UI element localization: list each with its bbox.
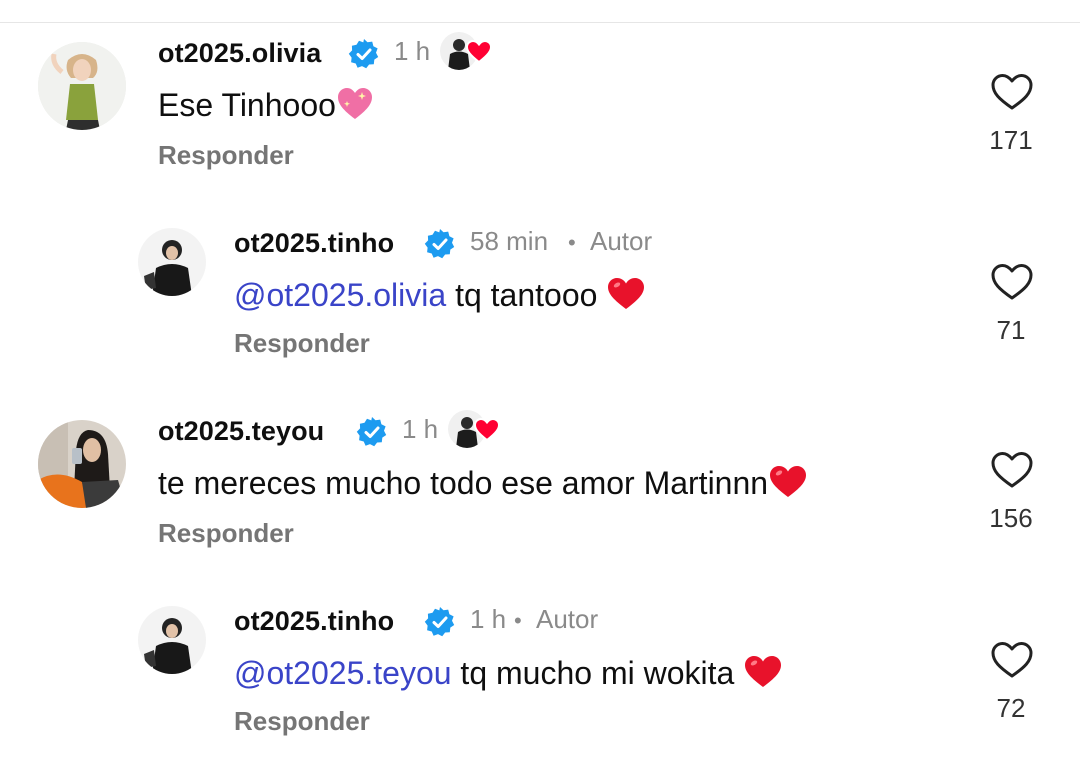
like-button[interactable] [990, 262, 1034, 302]
sparkling-heart-icon [336, 86, 374, 122]
red-heart-icon [606, 276, 646, 312]
like-button[interactable] [990, 640, 1034, 680]
mention-link[interactable]: @ot2025.olivia [234, 277, 446, 313]
creator-liked-indicator [448, 410, 504, 450]
heart-icon [474, 418, 500, 442]
reply-button[interactable]: Responder [158, 140, 294, 171]
avatar[interactable] [138, 228, 206, 296]
red-heart-icon [768, 464, 808, 500]
verified-badge-icon [424, 228, 456, 260]
comment-body: tq mucho mi wokita [451, 655, 744, 691]
verified-badge-icon [356, 416, 388, 448]
comment-time: 1 h [394, 36, 431, 66]
comment-username[interactable]: ot2025.tinho [234, 606, 394, 637]
separator-dot: • [568, 230, 576, 255]
verified-badge-icon [348, 38, 380, 70]
reply-button[interactable]: Responder [234, 328, 370, 359]
comment-text: @ot2025.olivia tq tantooo [234, 276, 646, 314]
like-count: 171 [989, 125, 1033, 155]
verified-badge-icon [424, 606, 456, 638]
comment-username[interactable]: ot2025.teyou [158, 416, 324, 447]
comment-text: Ese Tinhooo [158, 86, 374, 124]
comment-item: ot2025.teyou 1 h te mereces mucho todo e… [0, 378, 1080, 568]
like-button[interactable] [990, 450, 1034, 490]
creator-liked-indicator [440, 32, 496, 72]
comment-time: 58 min [470, 226, 549, 256]
reply-button[interactable]: Responder [234, 706, 370, 737]
red-heart-icon [743, 654, 783, 690]
comment-body: Ese Tinhooo [158, 87, 336, 123]
heart-icon [466, 40, 492, 64]
author-badge: Autor [590, 226, 653, 256]
comment-body: te mereces mucho todo ese amor Martinnn [158, 465, 769, 501]
avatar[interactable] [38, 42, 126, 130]
comment-time: 1 h [402, 414, 439, 444]
comment-text: te mereces mucho todo ese amor Martinnn [158, 464, 808, 502]
comment-text: @ot2025.teyou tq mucho mi wokita [234, 654, 783, 692]
like-count: 71 [996, 315, 1026, 345]
avatar[interactable] [38, 420, 126, 508]
comment-username[interactable]: ot2025.olivia [158, 38, 321, 69]
like-button[interactable] [990, 72, 1034, 112]
reply-item: ot2025.tinho 58 min • Autor @ot2025.oliv… [0, 190, 1080, 380]
like-count: 72 [996, 693, 1026, 723]
author-badge: Autor [536, 604, 599, 634]
reply-item: ot2025.tinho 1 h • Autor @ot2025.teyou t… [0, 568, 1080, 768]
like-count: 156 [989, 503, 1033, 533]
comment-time: 1 h [470, 604, 507, 634]
comment-body: tq tantooo [446, 277, 607, 313]
comment-item: ot2025.olivia 1 h Ese Tinhooo Responder … [0, 0, 1080, 190]
mention-link[interactable]: @ot2025.teyou [234, 655, 452, 691]
avatar[interactable] [138, 606, 206, 674]
reply-button[interactable]: Responder [158, 518, 294, 549]
comment-username[interactable]: ot2025.tinho [234, 228, 394, 259]
separator-dot: • [514, 608, 522, 633]
